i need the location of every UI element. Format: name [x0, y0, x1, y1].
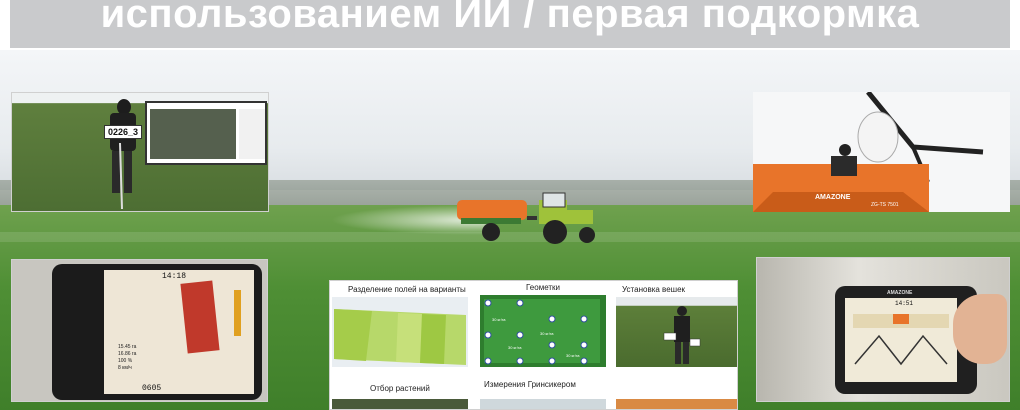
tile-geotags: 30 кг/га 30 кг/га 30 кг/га 30 кг/га: [480, 295, 606, 367]
crane-and-spreader: [753, 92, 984, 212]
application-bar: [234, 290, 241, 336]
readout-1: 15.45 га: [118, 344, 137, 350]
caption-plant-sampling: Отбор растений: [370, 384, 430, 393]
geo-label-4: 30 кг/га: [566, 353, 580, 358]
terminal-brand: AMAZONE: [887, 290, 913, 296]
tractor-with-spreader: [457, 192, 595, 244]
tile-field-split: [332, 297, 468, 367]
geo-label-3: 30 кг/га: [540, 331, 554, 336]
laptop-screen: [145, 101, 267, 165]
photo-spreader-loading: AMAZONE ZG-TS 7501: [753, 92, 1010, 212]
readout-2: 16.86 га: [118, 351, 137, 357]
caption-greenseeker: Измерения Гринсикером: [484, 380, 576, 389]
sample-tag: 0226_3: [104, 125, 143, 139]
geo-label-2: 30 кг/га: [508, 345, 522, 350]
caption-field-split: Разделение полей на варианты: [348, 285, 466, 294]
spreader-model: ZG-TS 7501: [871, 202, 899, 208]
photo-terminal-left: 14:18 15.45 га 16.86 га 100 % 8 км/ч 060…: [11, 259, 268, 402]
tile-stakes: [616, 297, 737, 367]
terminal-clock: 14:18: [162, 272, 187, 281]
tile-equipment: [616, 399, 737, 409]
collage-panel: Разделение полей на варианты Геометки 30…: [329, 280, 738, 410]
page-title: использованием ИИ / первая подкормка: [100, 0, 920, 36]
terminal-counter: 0605: [142, 384, 162, 393]
tile-greenseeker: [480, 399, 606, 409]
readout-3: 100 %: [118, 358, 133, 364]
photo-field-marker: 0226_3: [11, 92, 269, 212]
tile-plant-sampling: [332, 399, 468, 409]
terminal-readouts: 15.45 га 16.86 га 100 % 8 км/ч: [118, 344, 136, 372]
readout-4: 8 км/ч: [118, 365, 132, 371]
geo-label-1: 30 кг/га: [492, 317, 506, 322]
terminal-screen: [104, 270, 254, 394]
person-with-stakes: [663, 306, 701, 364]
caption-geotags: Геометки: [526, 283, 561, 292]
photo-terminal-right: AMAZONE 14:51: [756, 257, 1010, 402]
terminal-clock-right: 14:51: [895, 300, 914, 307]
spreader-brand: AMAZONE: [815, 194, 851, 201]
spread-pattern-display: [853, 314, 949, 366]
field-split-map: [334, 309, 466, 365]
operator-hand: [953, 294, 1007, 364]
title-banner: использованием ИИ / первая подкормка: [10, 0, 1010, 48]
caption-stakes: Установка вешек: [622, 285, 686, 294]
